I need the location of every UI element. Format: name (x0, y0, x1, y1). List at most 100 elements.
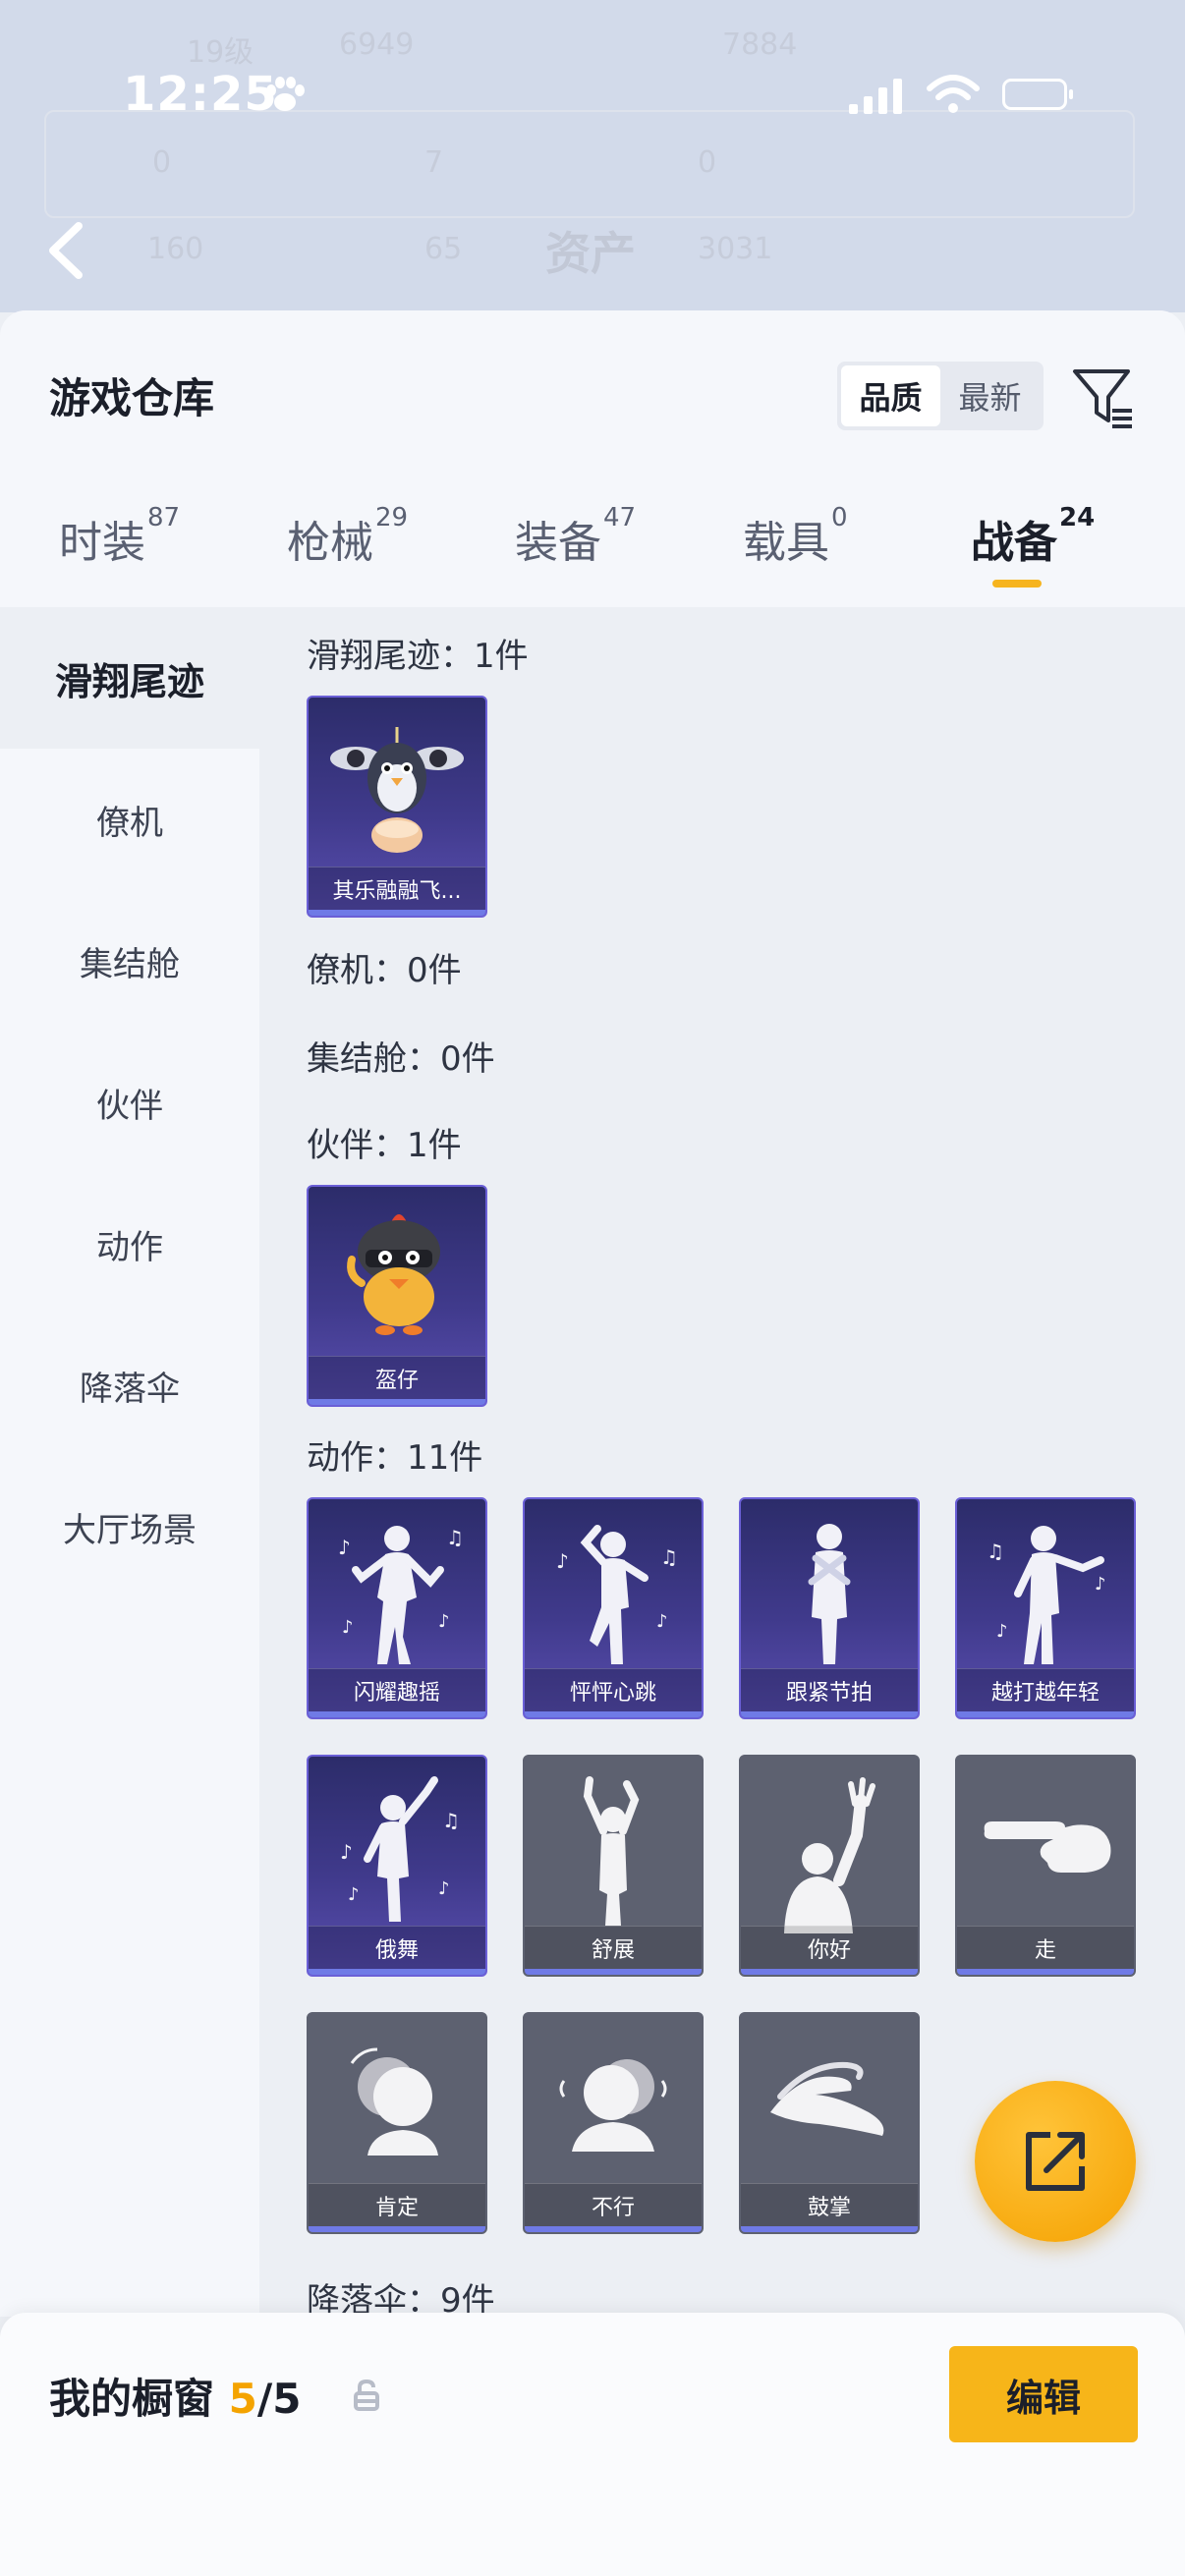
ghost-value: 3031 (698, 232, 773, 266)
section-title: 滑翔尾迹：1件 (307, 637, 529, 676)
ghost-value: 0 (152, 145, 172, 180)
showcase-total-count: /5 (256, 2375, 302, 2423)
item-name: 怦怦心跳 (525, 1668, 702, 1711)
svg-text:♪: ♪ (340, 1840, 353, 1864)
item-card[interactable]: 你好 (739, 1755, 920, 1977)
sidebar-item-emote[interactable]: 动作 (0, 1173, 259, 1315)
tab-fashion[interactable]: 时装87 (59, 503, 180, 605)
sidebar-item-wingman[interactable]: 僚机 (0, 749, 259, 890)
rarity-bar (525, 1969, 702, 1975)
sort-option-quality[interactable]: 品质 (841, 365, 940, 426)
share-icon (1026, 2132, 1085, 2191)
item-card[interactable]: 肯定 (307, 2012, 487, 2234)
item-name: 你好 (741, 1926, 918, 1969)
rarity-bar (309, 1399, 485, 1405)
item-name: 闪耀趣摇 (309, 1668, 485, 1711)
tab-equipment[interactable]: 装备47 (515, 503, 636, 605)
sort-toggle: 品质 最新 (837, 362, 1044, 430)
dance-pose-icon: ♪ ♫ ♪ (556, 1525, 678, 1664)
sidebar-item-glide-trail[interactable]: 滑翔尾迹 (0, 607, 259, 749)
item-card[interactable]: 跟紧节拍 (739, 1497, 920, 1719)
clap-hands-icon (770, 2061, 884, 2136)
showcase-bar: 我的橱窗 5/5 编辑 (0, 2313, 1185, 2576)
item-card[interactable]: 舒展 (523, 1755, 704, 1977)
nod-head-icon (350, 2047, 438, 2156)
rarity-bar (957, 1711, 1134, 1717)
edit-button[interactable]: 编辑 (949, 2346, 1138, 2442)
tab-count: 87 (147, 503, 181, 532)
showcase-label: 我的橱窗 (49, 2375, 215, 2423)
item-card[interactable]: 走 (955, 1755, 1136, 1977)
tab-firearms[interactable]: 枪械29 (287, 503, 408, 605)
rarity-bar (309, 910, 485, 916)
tab-label: 时装 (59, 518, 145, 568)
page-title: 游戏仓库 (49, 374, 215, 422)
filter-icon[interactable] (1071, 365, 1136, 430)
item-name: 跟紧节拍 (741, 1668, 918, 1711)
dance-pose-icon: ♫ ♪ ♪ (987, 1526, 1106, 1664)
svg-text:♪: ♪ (348, 1884, 360, 1905)
svg-text:♫: ♫ (446, 1526, 464, 1549)
pointing-hand-icon (984, 1821, 1111, 1873)
penguin-balloon-icon (330, 727, 464, 853)
section-title: 集结舱：0件 (307, 1039, 495, 1079)
item-name: 不行 (525, 2183, 702, 2226)
item-name: 走 (957, 1926, 1134, 1969)
helmet-chick-icon (347, 1214, 440, 1335)
sidebar-item-lobby-scene[interactable]: 大厅场景 (0, 1456, 259, 1597)
stretch-pose-icon (583, 1776, 640, 1926)
item-name: 肯定 (309, 2183, 485, 2226)
background-profile-area: 19级 6949 7884 0 7 0 160 65 资产 3031 12:25 (0, 0, 1185, 312)
rarity-bar (741, 2226, 918, 2232)
svg-text:♪: ♪ (438, 1878, 450, 1899)
item-list: 滑翔尾迹：1件 其乐融融飞... 僚机：0件 集结舱：0件 伙伴：1件 盔仔 动… (259, 607, 1185, 2576)
rarity-bar (525, 1711, 702, 1717)
paw-icon (266, 77, 305, 111)
rarity-bar (957, 1969, 1134, 1975)
rarity-bar (525, 2226, 702, 2232)
ghost-level: 19级 (187, 35, 254, 70)
lock-icon (354, 2379, 379, 2411)
svg-text:♪: ♪ (556, 1549, 569, 1573)
item-name: 鼓掌 (741, 2183, 918, 2226)
ghost-value: 160 (147, 232, 204, 266)
ghost-value: 6949 (339, 28, 415, 62)
sidebar-item-parachute[interactable]: 降落伞 (0, 1315, 259, 1456)
sidebar-item-companion[interactable]: 伙伴 (0, 1032, 259, 1173)
section-title: 僚机：0件 (307, 951, 462, 990)
svg-text:♪: ♪ (996, 1621, 1008, 1642)
item-card[interactable]: ♪ ♫ ♪ ♪ 闪耀趣摇 (307, 1497, 487, 1719)
rarity-bar (309, 1711, 485, 1717)
item-name: 盔仔 (309, 1356, 485, 1399)
ghost-value: 0 (698, 145, 717, 180)
game-warehouse-sheet: 游戏仓库 品质 最新 时装87 枪械29 装备47 载具0 战备24 滑翔尾迹 … (0, 310, 1185, 2576)
item-card[interactable]: 其乐融融飞... (307, 696, 487, 918)
sidebar-item-assembly-pod[interactable]: 集结舱 (0, 890, 259, 1032)
signal-icon (849, 79, 902, 114)
item-card[interactable]: ♪ ♫ ♪ 怦怦心跳 (523, 1497, 704, 1719)
sort-option-newest[interactable]: 最新 (940, 365, 1040, 426)
tab-label: 载具 (743, 518, 829, 568)
tab-count: 0 (831, 503, 848, 532)
wifi-icon (927, 75, 980, 113)
item-card[interactable]: 鼓掌 (739, 2012, 920, 2234)
shake-head-icon (559, 2059, 667, 2152)
wave-hand-icon (784, 1777, 875, 1933)
tab-battle-prep[interactable]: 战备24 (971, 503, 1095, 605)
item-card[interactable]: 不行 (523, 2012, 704, 2234)
share-button[interactable] (975, 2081, 1136, 2242)
rarity-bar (309, 2226, 485, 2232)
tab-vehicles[interactable]: 载具0 (743, 503, 848, 605)
rarity-bar (741, 1711, 918, 1717)
svg-text:♪: ♪ (656, 1611, 668, 1632)
tab-count: 24 (1059, 503, 1096, 532)
item-card[interactable]: 盔仔 (307, 1185, 487, 1407)
tab-count: 29 (375, 503, 409, 532)
rarity-bar (741, 1969, 918, 1975)
showcase-current-count: 5 (228, 2375, 257, 2423)
item-card[interactable]: ♫ ♪ ♪ 越打越年轻 (955, 1497, 1136, 1719)
back-arrow-icon[interactable] (39, 216, 98, 285)
active-tab-indicator (992, 580, 1042, 588)
item-card[interactable]: ♪ ♫ ♪ ♪ 俄舞 (307, 1755, 487, 1977)
dance-pose-icon: ♪ ♫ ♪ ♪ (340, 1776, 460, 1922)
